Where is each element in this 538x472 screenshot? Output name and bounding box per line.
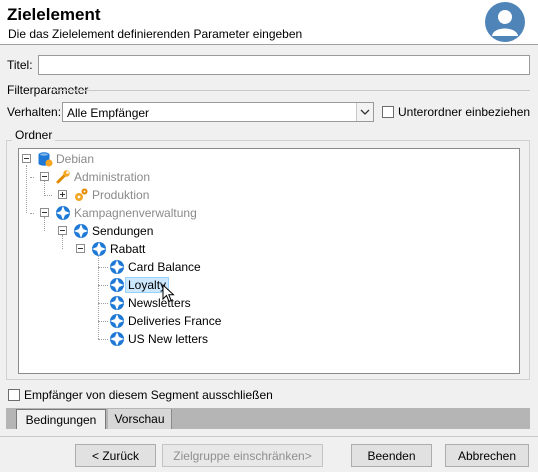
tree-node-kampagnenverwaltung[interactable]: Kampagnenverwaltung <box>55 204 197 222</box>
tree-node-rabatt[interactable]: Rabatt <box>91 240 145 258</box>
tree-node-label: Newsletters <box>128 296 191 310</box>
folder-tree[interactable]: Debian Administration Produktion Kampagn… <box>18 148 520 374</box>
campaign-folder-icon <box>73 223 89 239</box>
tree-node-administration[interactable]: Administration <box>55 168 150 186</box>
tree-node-card-balance[interactable]: Card Balance <box>109 258 201 276</box>
tree-node-debian[interactable]: Debian <box>37 150 94 168</box>
footer-separator <box>0 436 538 437</box>
campaign-folder-icon <box>109 331 125 347</box>
exclude-label: Empfänger von diesem Segment ausschließe… <box>24 388 273 402</box>
tree-node-us-new-letters[interactable]: US New letters <box>109 330 208 348</box>
campaign-folder-icon <box>109 295 125 311</box>
page-subtitle: Die das Zielelement definierenden Parame… <box>8 27 303 41</box>
campaign-folder-icon <box>109 277 125 293</box>
tree-node-label: Deliveries France <box>128 314 222 328</box>
gears-icon <box>73 187 89 203</box>
chevron-down-icon[interactable] <box>356 103 373 121</box>
cancel-button[interactable]: Abbrechen <box>445 444 529 467</box>
tree-node-newsletters[interactable]: Newsletters <box>109 294 191 312</box>
tab-vorschau[interactable]: Vorschau <box>108 409 172 429</box>
filter-separator <box>53 90 530 91</box>
collapse-toggle-icon[interactable] <box>76 244 85 253</box>
tree-connector <box>26 165 27 213</box>
subfolders-label: Unterordner einbeziehen <box>398 105 531 119</box>
tree-node-label: Card Balance <box>128 260 201 274</box>
campaign-folder-icon <box>109 313 125 329</box>
tree-node-label: Debian <box>56 152 95 166</box>
exclude-checkbox[interactable] <box>8 389 20 401</box>
tree-node-produktion[interactable]: Produktion <box>73 186 149 204</box>
collapse-toggle-icon[interactable] <box>40 172 49 181</box>
title-label: Titel: <box>7 58 33 72</box>
tree-node-loyalty[interactable]: Loyalty <box>109 276 170 294</box>
title-input[interactable] <box>38 55 530 75</box>
campaign-folder-icon <box>109 259 125 275</box>
collapse-toggle-icon[interactable] <box>58 226 67 235</box>
behavior-select-value: Alle Empfänger <box>67 106 150 120</box>
page-title: Zielelement <box>7 5 101 24</box>
collapse-toggle-icon[interactable] <box>22 154 31 163</box>
tab-bar: Bedingungen Vorschau <box>6 408 530 429</box>
user-avatar-icon <box>485 2 525 42</box>
collapse-toggle-icon[interactable] <box>40 208 49 217</box>
tree-node-label: Rabatt <box>110 242 146 256</box>
tree-connector <box>98 303 108 304</box>
tree-node-label: Sendungen <box>92 224 154 238</box>
tree-connector <box>62 235 63 249</box>
mouse-cursor-icon <box>162 284 175 303</box>
database-icon <box>37 151 53 167</box>
tree-connector <box>98 267 108 268</box>
tree-node-label: US New letters <box>128 332 209 346</box>
wrench-icon <box>55 169 71 185</box>
behavior-select[interactable]: Alle Empfänger <box>62 102 374 122</box>
tree-connector <box>44 195 52 196</box>
tree-node-label: Administration <box>74 170 151 184</box>
restrict-target-button[interactable]: Zielgruppe einschränken> <box>162 444 323 467</box>
tree-connector <box>98 285 108 286</box>
back-button[interactable]: < Zurück <box>75 444 156 467</box>
tree-node-sendungen[interactable]: Sendungen <box>73 222 153 240</box>
finish-button[interactable]: Beenden <box>351 444 432 467</box>
tree-node-label: Produktion <box>92 188 150 202</box>
tree-connector <box>98 321 108 322</box>
tree-node-deliveries-france[interactable]: Deliveries France <box>109 312 221 330</box>
campaign-folder-icon <box>55 205 71 221</box>
tree-connector <box>30 177 34 178</box>
campaign-folder-icon <box>91 241 107 257</box>
tree-connector <box>30 213 34 214</box>
subfolders-checkbox[interactable] <box>382 106 394 118</box>
behavior-label: Verhalten: <box>7 105 62 119</box>
tree-node-label: Kampagnenverwaltung <box>74 206 197 220</box>
tree-connector <box>98 339 108 340</box>
tree-connector <box>98 253 99 339</box>
folder-section-title: Ordner <box>12 128 56 142</box>
tab-bedingungen[interactable]: Bedingungen <box>16 409 106 429</box>
tree-connector <box>44 217 45 231</box>
expand-toggle-icon[interactable] <box>58 190 67 199</box>
